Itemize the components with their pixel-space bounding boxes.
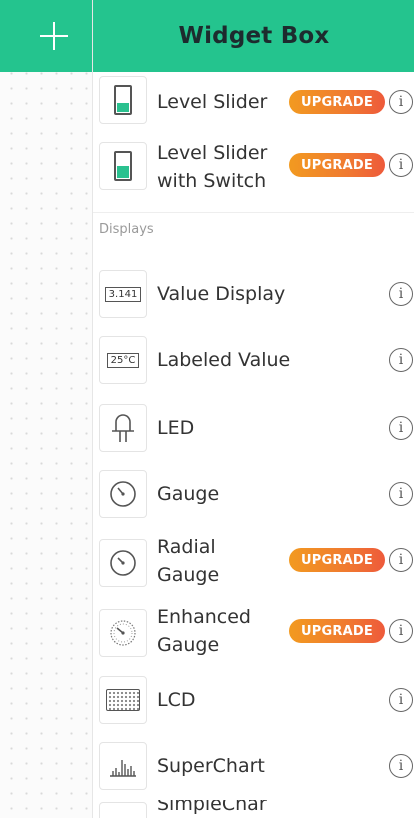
- page-title: Widget Box: [178, 23, 330, 49]
- led-icon: [99, 404, 147, 452]
- widget-label: Level Slider: [157, 91, 268, 113]
- widget-box-panel: Widget Box Level Slider UPGRADE i Level …: [92, 0, 414, 818]
- labeled-value-icon: 25°C: [99, 336, 147, 384]
- widget-label: SuperChart: [157, 755, 265, 777]
- section-divider: [93, 212, 414, 213]
- value-display-icon: 3.141: [99, 270, 147, 318]
- widget-label-line2: with Switch: [157, 170, 267, 192]
- widget-lcd[interactable]: LCD i: [93, 672, 414, 728]
- info-icon[interactable]: i: [389, 548, 413, 572]
- info-icon[interactable]: i: [389, 282, 413, 306]
- panel-header: Widget Box: [93, 0, 414, 72]
- gauge-icon: [99, 470, 147, 518]
- info-icon[interactable]: i: [389, 754, 413, 778]
- widget-led[interactable]: LED i: [93, 400, 414, 456]
- widget-label-line1: Enhanced: [157, 606, 251, 628]
- widget-label-line1: Radial: [157, 536, 216, 558]
- info-icon[interactable]: i: [389, 153, 413, 177]
- widget-label: SimpleChar: [157, 800, 267, 815]
- info-icon[interactable]: i: [389, 90, 413, 114]
- upgrade-badge[interactable]: UPGRADE: [289, 153, 385, 177]
- lcd-icon: [99, 676, 147, 724]
- simplechart-icon: [99, 802, 147, 818]
- widget-label: Labeled Value: [157, 349, 291, 371]
- widget-label: LCD: [157, 689, 196, 711]
- widget-label-line2: Gauge: [157, 564, 220, 586]
- plus-icon[interactable]: [40, 22, 68, 50]
- info-icon[interactable]: i: [389, 416, 413, 440]
- radial-gauge-icon: [99, 539, 147, 587]
- info-icon[interactable]: i: [389, 688, 413, 712]
- level-slider-switch-icon: [99, 142, 147, 190]
- info-icon[interactable]: i: [389, 348, 413, 372]
- upgrade-badge[interactable]: UPGRADE: [289, 90, 385, 114]
- widget-superchart[interactable]: SuperChart i: [93, 738, 414, 794]
- widget-level-slider[interactable]: Level Slider UPGRADE i: [93, 72, 414, 132]
- widget-gauge[interactable]: Gauge i: [93, 466, 414, 522]
- canvas-area: [0, 0, 92, 818]
- widget-label-line1: Level Slider: [157, 142, 268, 164]
- section-label-displays: Displays: [99, 222, 154, 237]
- widget-enhanced-gauge[interactable]: Enhanced Gauge UPGRADE i: [93, 602, 414, 664]
- info-icon[interactable]: i: [389, 619, 413, 643]
- widget-label: LED: [157, 417, 195, 439]
- upgrade-badge[interactable]: UPGRADE: [289, 619, 385, 643]
- superchart-icon: [99, 742, 147, 790]
- left-header-bar: [0, 0, 92, 72]
- upgrade-badge[interactable]: UPGRADE: [289, 548, 385, 572]
- widget-value-display[interactable]: 3.141 Value Display i: [93, 266, 414, 322]
- widget-simplechart[interactable]: SimpleChar: [93, 800, 414, 818]
- widget-label: Value Display: [157, 283, 286, 305]
- info-icon[interactable]: i: [389, 482, 413, 506]
- level-slider-icon: [99, 76, 147, 124]
- widget-label-line2: Gauge: [157, 634, 220, 656]
- widget-label: Gauge: [157, 483, 220, 505]
- widget-radial-gauge[interactable]: Radial Gauge UPGRADE i: [93, 532, 414, 594]
- enhanced-gauge-icon: [99, 609, 147, 657]
- widget-level-slider-with-switch[interactable]: Level Slider with Switch UPGRADE i: [93, 136, 414, 202]
- widget-labeled-value[interactable]: 25°C Labeled Value i: [93, 332, 414, 388]
